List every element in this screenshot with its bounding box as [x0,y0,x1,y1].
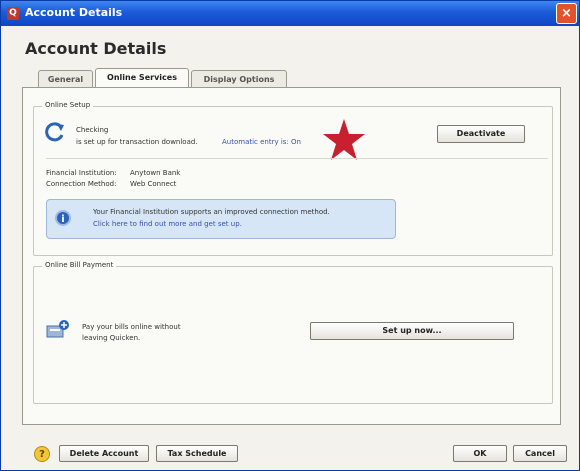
account-name: Checking [76,126,109,134]
info-message: Your Financial Institution supports an i… [93,208,330,216]
page-title: Account Details [25,39,167,58]
method-label: Connection Method: [46,180,117,188]
bill-pay-icon [46,320,69,338]
tab-display-options[interactable]: Display Options [191,70,287,88]
close-icon: × [561,6,572,21]
method-value: Web Connect [130,180,177,188]
fi-label: Financial Institution: [46,169,117,177]
tab-general[interactable]: General [38,70,93,88]
bill-payment-legend: Online Bill Payment [42,261,117,269]
close-button[interactable]: × [556,3,577,24]
delete-account-button[interactable]: Delete Account [59,445,149,462]
ok-button[interactable]: OK [453,445,507,462]
star-annotation [323,119,365,160]
online-setup-group: Online Setup Checking is set up for tran… [33,101,553,256]
download-status: is set up for transaction download. [76,138,198,146]
tab-panel: Online Setup Checking is set up for tran… [22,87,561,425]
cancel-button[interactable]: Cancel [513,445,567,462]
tab-online-services[interactable]: Online Services [95,68,189,88]
title-bar[interactable]: Q Account Details × [1,1,579,26]
info-setup-link[interactable]: Click here to find out more and get set … [93,220,242,228]
info-box: i Your Financial Institution supports an… [46,199,396,239]
help-icon[interactable]: ? [34,446,50,462]
window-title: Account Details [25,6,123,19]
setup-divider [46,158,548,159]
tax-schedule-button[interactable]: Tax Schedule [156,445,238,462]
bill-pay-text-line2: leaving Quicken. [82,334,141,342]
app-icon: Q [7,7,19,20]
refresh-icon [45,122,64,142]
automatic-entry-link[interactable]: Automatic entry is: On [222,138,301,146]
info-icon: i [55,210,71,226]
account-details-window: Q Account Details × Account Details Gene… [0,0,580,471]
bill-pay-text-line1: Pay your bills online without [82,323,181,331]
fi-value: Anytown Bank [130,169,181,177]
bill-payment-group: Online Bill Payment Pay your bills onlin… [33,261,553,404]
set-up-now-button[interactable]: Set up now... [310,322,514,340]
deactivate-button[interactable]: Deactivate [437,125,525,143]
online-setup-legend: Online Setup [42,101,94,109]
